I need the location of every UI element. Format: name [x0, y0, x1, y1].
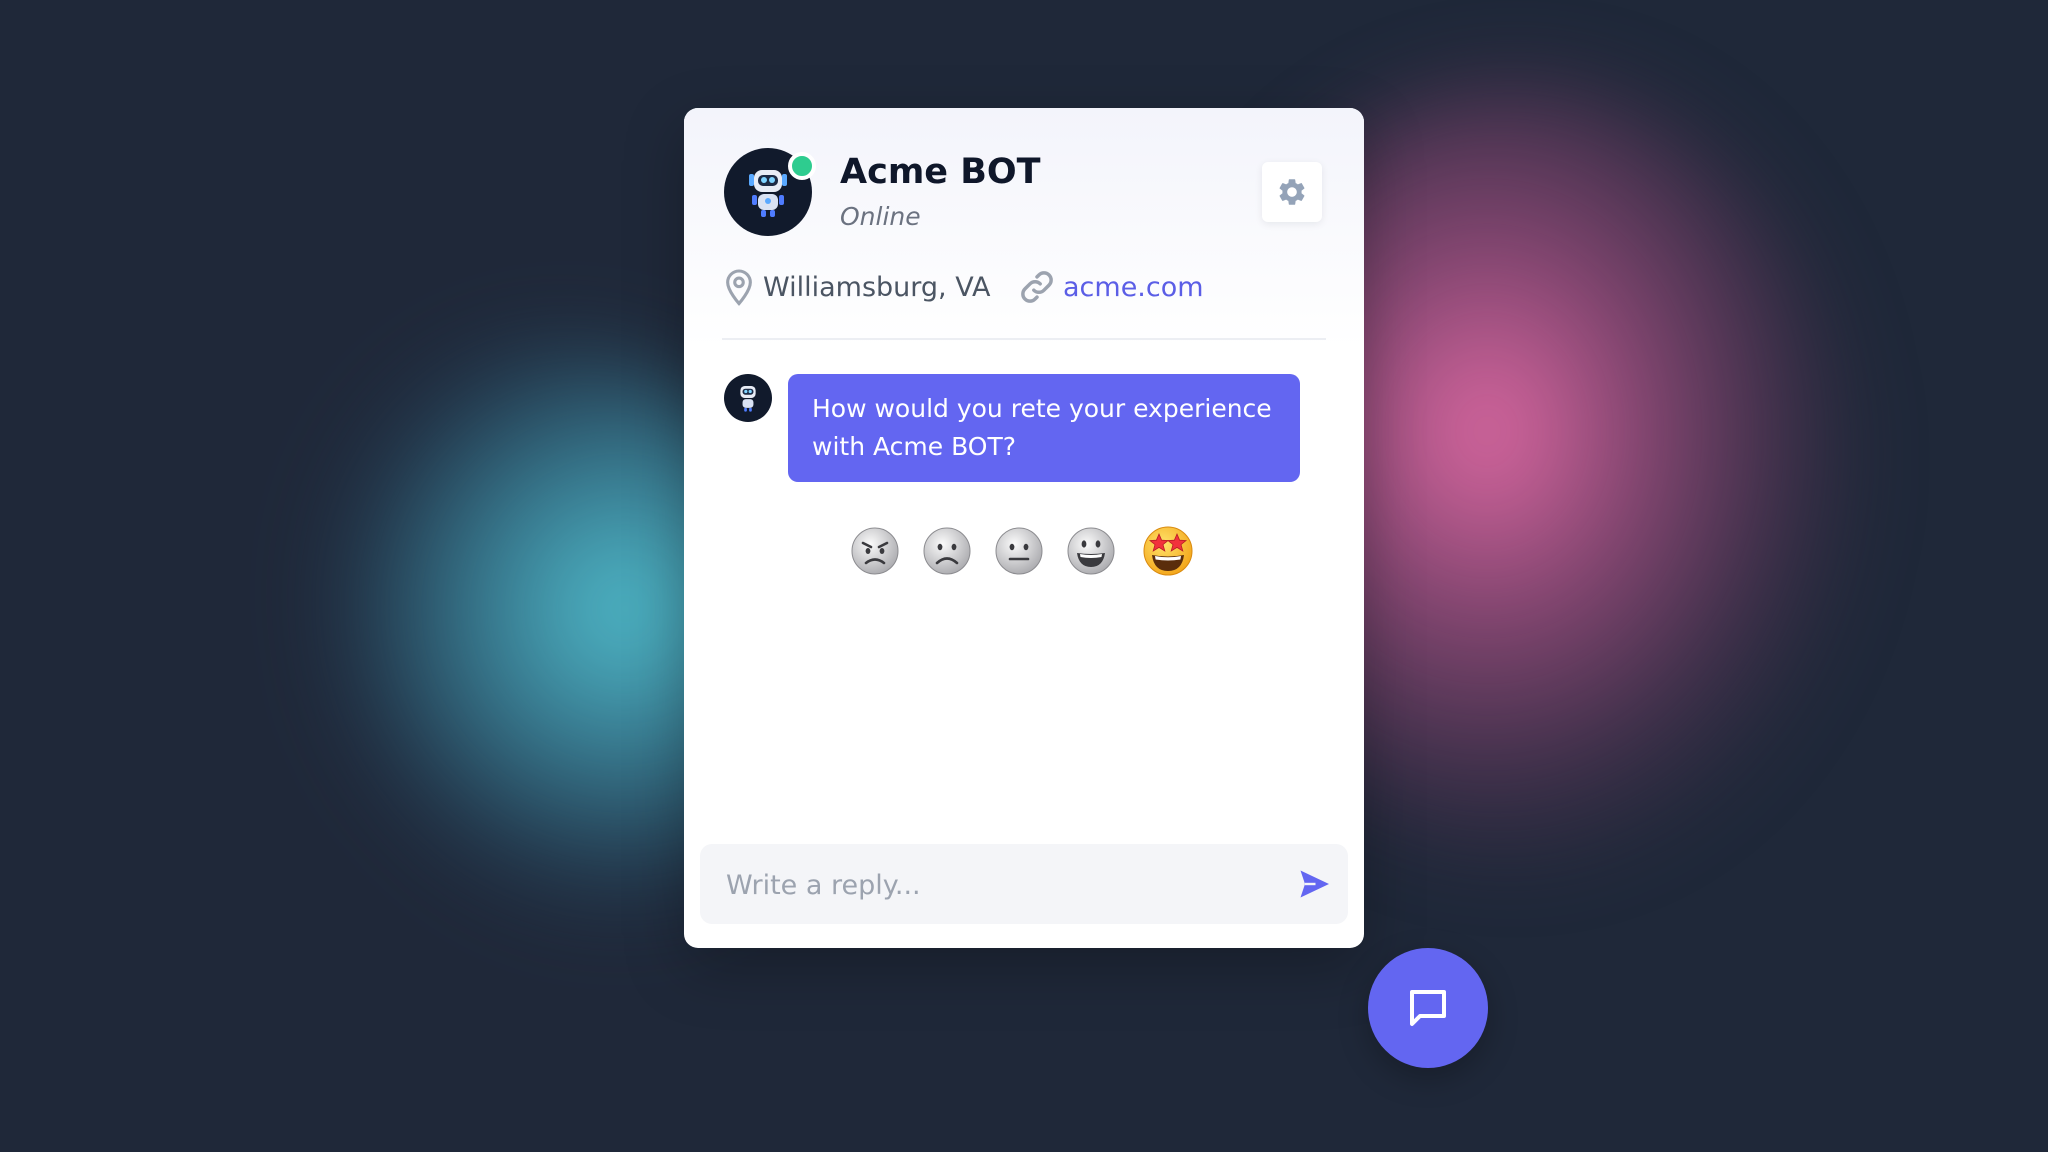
chat-bubble-icon — [1410, 990, 1446, 1026]
neutral-face-icon[interactable] — [994, 526, 1044, 576]
settings-button[interactable] — [1262, 162, 1322, 222]
bot-message-bubble: How would you rete your experience with … — [788, 374, 1300, 482]
reply-box — [700, 844, 1348, 926]
header-divider — [722, 338, 1326, 340]
chat-launcher-button[interactable] — [1368, 948, 1488, 1068]
rating-options — [850, 526, 1210, 586]
message-bot-avatar — [724, 374, 772, 422]
bot-name: Acme BOT — [840, 152, 1041, 192]
send-icon[interactable] — [1296, 866, 1332, 902]
gear-icon — [1279, 179, 1305, 205]
link-icon — [1021, 271, 1053, 303]
bot-status: Online — [840, 202, 921, 231]
angry-face-icon[interactable] — [850, 526, 900, 576]
website-link[interactable]: acme.com — [1063, 272, 1204, 303]
star-struck-face-icon[interactable] — [1140, 522, 1196, 578]
location-pin-icon — [726, 269, 752, 306]
frowning-face-icon[interactable] — [922, 526, 972, 576]
online-status-dot — [788, 152, 816, 180]
robot-avatar-icon — [740, 386, 756, 412]
reply-input[interactable] — [724, 844, 1268, 926]
chat-widget: Acme BOT Online Williamsburg, VA acme.co… — [684, 108, 1364, 948]
bot-location: Williamsburg, VA — [763, 272, 991, 303]
grinning-face-icon[interactable] — [1066, 526, 1116, 576]
